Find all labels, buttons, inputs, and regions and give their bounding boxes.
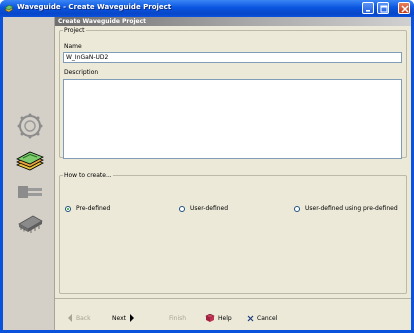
- cancel-button-label: Cancel: [257, 314, 278, 322]
- minimize-button[interactable]: [362, 2, 374, 14]
- window-title: Waveguide - Create Waveguide Project: [17, 3, 172, 11]
- chip-package-icon[interactable]: [15, 210, 45, 236]
- close-icon: [401, 5, 409, 13]
- waveguide-app-icon: [4, 4, 14, 13]
- how-to-create-legend: How to create...: [64, 172, 112, 179]
- radio-pre-defined-label: Pre-defined: [76, 205, 111, 212]
- radio-user-defined-dot[interactable]: [179, 205, 185, 212]
- help-button[interactable]: Help: [205, 313, 232, 323]
- next-arrow-icon: [129, 314, 134, 322]
- application-window: Waveguide - Create Waveguide Project Cre…: [0, 0, 414, 333]
- radio-user-defined[interactable]: User-defined: [179, 205, 228, 212]
- next-button-label: Next: [112, 314, 126, 322]
- finish-button[interactable]: Finish: [169, 313, 186, 323]
- maximize-icon: [380, 5, 388, 13]
- radio-user-defined-using-pre-defined-dot[interactable]: [294, 205, 300, 212]
- circuit-ring-icon[interactable]: [15, 113, 45, 139]
- radio-user-defined-using-pre-defined-label: User-defined using pre-defined: [305, 205, 398, 212]
- radio-pre-defined-dot[interactable]: [65, 205, 71, 212]
- cancel-x-icon: [247, 315, 254, 321]
- cancel-button[interactable]: Cancel: [247, 313, 277, 323]
- wizard-button-bar: Back Next Finish Help Cancel: [55, 298, 411, 330]
- help-book-icon: [205, 314, 215, 322]
- layered-slab-icon[interactable]: [15, 147, 45, 173]
- close-button[interactable]: [398, 2, 410, 14]
- help-button-label: Help: [218, 314, 232, 322]
- radio-user-defined-label: User-defined: [190, 205, 229, 212]
- project-description-textarea[interactable]: [63, 79, 402, 159]
- back-button-label: Back: [76, 314, 91, 322]
- header-strip: Create Waveguide Project: [55, 17, 411, 26]
- how-to-create-group: How to create...: [59, 172, 407, 294]
- next-button[interactable]: Next: [112, 313, 138, 323]
- maximize-button[interactable]: [377, 2, 389, 14]
- fiber-connector-icon[interactable]: [15, 179, 45, 205]
- title-bar[interactable]: Waveguide - Create Waveguide Project: [0, 0, 414, 17]
- back-button[interactable]: Back: [67, 313, 91, 323]
- dialog-client-area: Create Waveguide Project Project Name W_…: [3, 17, 411, 330]
- wizard-sidebar: [3, 17, 55, 330]
- name-label: Name: [64, 43, 82, 50]
- description-label: Description: [64, 69, 99, 76]
- project-name-input[interactable]: W_InGaN-UD2: [63, 52, 402, 63]
- radio-pre-defined[interactable]: Pre-defined: [65, 205, 110, 212]
- minimize-icon: [366, 10, 370, 12]
- radio-user-defined-using-pre-defined[interactable]: User-defined using pre-defined: [294, 205, 398, 212]
- wizard-content: Project Name W_InGaN-UD2 Description How…: [55, 26, 411, 298]
- project-group-legend: Project: [64, 27, 85, 34]
- back-arrow-icon: [68, 314, 72, 322]
- page-title: Create Waveguide Project: [58, 18, 147, 25]
- finish-button-label: Finish: [169, 314, 187, 322]
